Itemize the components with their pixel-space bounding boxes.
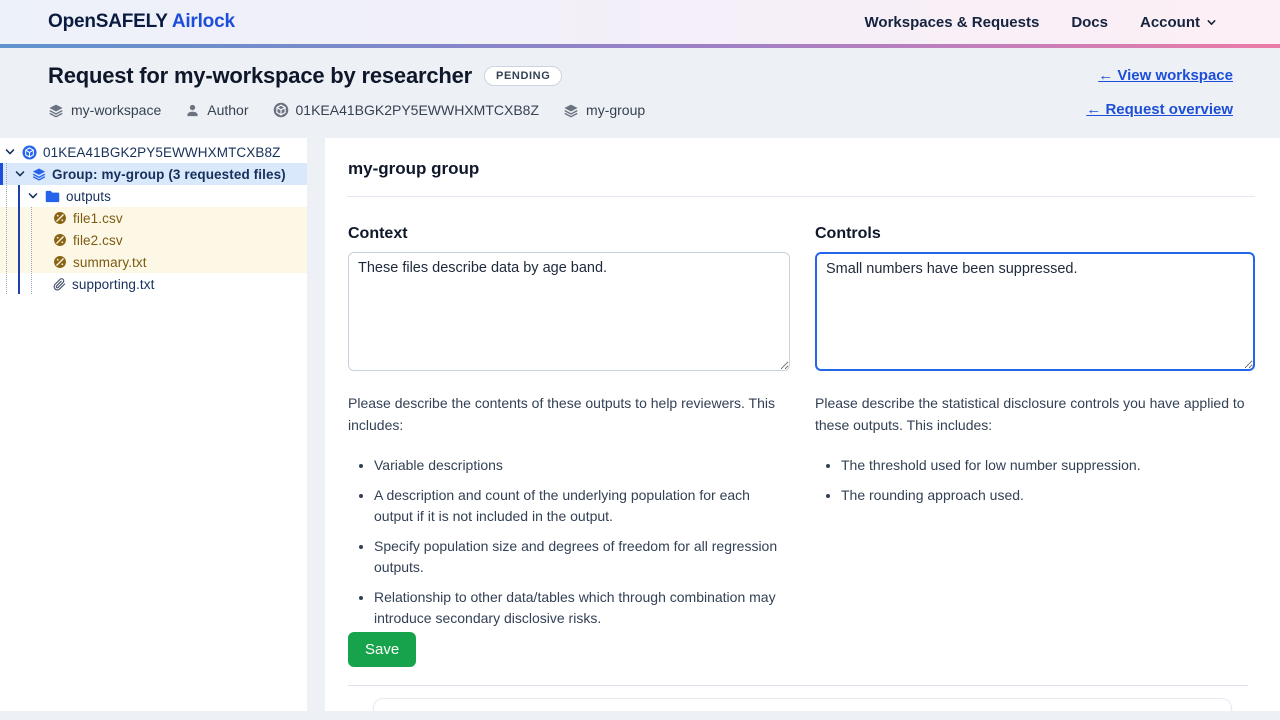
- page: OpenSAFELY Airlock Workspaces & Requests…: [0, 0, 1280, 720]
- brand-logo[interactable]: OpenSAFELY Airlock: [48, 11, 235, 33]
- context-textarea[interactable]: These files describe data by age band.: [348, 252, 790, 371]
- nav-item-docs[interactable]: Docs: [1071, 14, 1108, 31]
- request-meta: my-workspace Author 01KEA41BGK2PY5EWWHXM…: [48, 102, 645, 118]
- divider: [347, 196, 1255, 197]
- meta-request-id: 01KEA41BGK2PY5EWWHXMTCXB8Z: [273, 102, 540, 118]
- context-help-list: Variable descriptions A description and …: [348, 455, 790, 629]
- tree-guide-line: [31, 207, 32, 294]
- chevron-down-icon[interactable]: [4, 146, 16, 158]
- controls-bullet: The threshold used for low number suppre…: [841, 455, 1255, 476]
- tree-item-group-my-group[interactable]: Group: my-group (3 requested files): [0, 163, 307, 185]
- output-file-icon: [53, 255, 67, 269]
- meta-request-id-label: 01KEA41BGK2PY5EWWHXMTCXB8Z: [296, 102, 540, 118]
- nav-links: Workspaces & Requests Docs Account: [865, 14, 1217, 31]
- meta-author-label: Author: [207, 102, 248, 118]
- tree-item-summary-txt[interactable]: summary.txt: [0, 251, 307, 273]
- user-icon: [185, 103, 200, 118]
- context-bullet: Specify population size and degrees of f…: [374, 536, 790, 578]
- brand-primary: OpenSAFELY: [48, 11, 167, 32]
- context-bullet: A description and count of the underlyin…: [374, 485, 790, 527]
- meta-workspace-label: my-workspace: [71, 102, 161, 118]
- comments-panel: [373, 698, 1232, 711]
- context-help-text: Please describe the contents of these ou…: [348, 393, 790, 436]
- group-detail-panel: my-group group Context These files descr…: [325, 138, 1280, 711]
- status-badge: PENDING: [484, 66, 562, 86]
- brand-secondary: Airlock: [172, 11, 235, 32]
- tree-item-label: file2.csv: [73, 233, 123, 248]
- meta-group: my-group: [563, 102, 645, 118]
- folder-icon: [45, 190, 60, 203]
- group-heading: my-group group: [348, 159, 479, 179]
- nav-item-account-label: Account: [1140, 14, 1200, 31]
- nav-item-workspaces-requests[interactable]: Workspaces & Requests: [865, 14, 1040, 31]
- paperclip-icon: [53, 278, 66, 291]
- divider: [348, 685, 1248, 686]
- tree-item-label: file1.csv: [73, 211, 123, 226]
- meta-workspace: my-workspace: [48, 102, 161, 118]
- controls-bullet: The rounding approach used.: [841, 485, 1255, 506]
- tree-item-request-root[interactable]: 01KEA41BGK2PY5EWWHXMTCXB8Z: [0, 141, 307, 163]
- chevron-down-icon[interactable]: [27, 190, 39, 202]
- file-tree: 01KEA41BGK2PY5EWWHXMTCXB8Z Group: my-gro…: [0, 138, 307, 295]
- controls-heading: Controls: [815, 225, 1255, 243]
- context-heading: Context: [348, 225, 790, 243]
- tree-guide-line-active: [18, 185, 20, 294]
- controls-help-list: The threshold used for low number suppre…: [815, 455, 1255, 506]
- tree-item-label: outputs: [66, 189, 111, 204]
- cube-icon: [273, 102, 289, 118]
- layers-icon: [563, 103, 579, 118]
- context-bullet: Variable descriptions: [374, 455, 790, 476]
- tree-item-supporting-txt[interactable]: supporting.txt: [0, 273, 307, 295]
- tree-item-folder-outputs[interactable]: outputs: [0, 185, 307, 207]
- tree-item-label: summary.txt: [73, 255, 147, 270]
- request-icon: [22, 145, 37, 160]
- context-column: Context These files describe data by age…: [348, 225, 790, 638]
- layers-icon: [48, 103, 64, 118]
- tree-item-file2-csv[interactable]: file2.csv: [0, 229, 307, 251]
- tree-item-label: supporting.txt: [72, 277, 154, 292]
- controls-help-text: Please describe the statistical disclosu…: [815, 393, 1255, 436]
- nav-item-account[interactable]: Account: [1140, 14, 1217, 31]
- layers-icon: [32, 167, 46, 181]
- output-file-icon: [53, 211, 67, 225]
- tree-item-label: Group: my-group (3 requested files): [52, 167, 286, 182]
- request-overview-link[interactable]: ← Request overview: [1086, 101, 1233, 118]
- top-nav: OpenSAFELY Airlock Workspaces & Requests…: [0, 0, 1280, 44]
- tree-item-file1-csv[interactable]: file1.csv: [0, 207, 307, 229]
- context-bullet: Relationship to other data/tables which …: [374, 587, 790, 629]
- tree-item-label: 01KEA41BGK2PY5EWWHXMTCXB8Z: [43, 145, 280, 160]
- meta-group-label: my-group: [586, 102, 645, 118]
- output-file-icon: [53, 233, 67, 247]
- controls-textarea[interactable]: Small numbers have been suppressed.: [815, 252, 1255, 371]
- view-workspace-link[interactable]: ← View workspace: [1098, 67, 1233, 84]
- request-header: Request for my-workspace by researcher P…: [0, 48, 1280, 138]
- save-button[interactable]: Save: [348, 632, 416, 667]
- page-title: Request for my-workspace by researcher: [48, 63, 472, 89]
- meta-author: Author: [185, 102, 248, 118]
- file-tree-sidebar: 01KEA41BGK2PY5EWWHXMTCXB8Z Group: my-gro…: [0, 138, 307, 711]
- controls-column: Controls Small numbers have been suppres…: [815, 225, 1255, 515]
- chevron-down-icon[interactable]: [14, 168, 26, 180]
- chevron-down-icon: [1206, 17, 1217, 28]
- tree-guide-line: [6, 163, 7, 294]
